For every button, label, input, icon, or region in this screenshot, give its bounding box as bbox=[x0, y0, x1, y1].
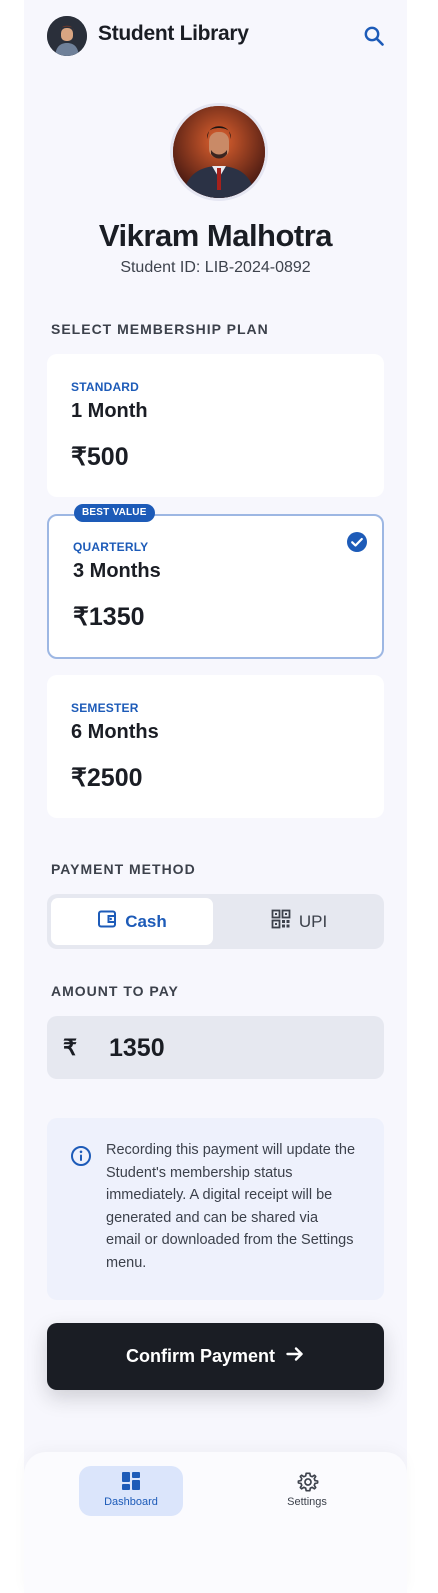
arrow-right-icon bbox=[285, 1344, 305, 1369]
nav-item-dashboard[interactable]: Dashboard bbox=[79, 1466, 183, 1516]
wallet-icon bbox=[97, 909, 117, 934]
bottom-navigation: Dashboard Settings bbox=[24, 1452, 407, 1593]
nav-item-settings[interactable]: Settings bbox=[255, 1466, 359, 1516]
plan-price: ₹2500 bbox=[71, 764, 143, 792]
amount-value: 1350 bbox=[109, 1034, 165, 1062]
confirm-payment-button[interactable]: Confirm Payment bbox=[47, 1323, 384, 1390]
dashboard-icon bbox=[122, 1472, 140, 1490]
amount-section-label: AMOUNT TO PAY bbox=[51, 983, 179, 999]
search-icon[interactable] bbox=[362, 24, 386, 48]
plan-duration: 1 Month bbox=[71, 400, 148, 422]
user-avatar[interactable] bbox=[47, 16, 87, 56]
membership-section-label: SELECT MEMBERSHIP PLAN bbox=[51, 321, 269, 337]
plan-duration: 3 Months bbox=[73, 560, 161, 582]
profile-photo bbox=[170, 103, 268, 201]
info-text: Recording this payment will update the S… bbox=[106, 1142, 356, 1271]
plan-tag: SEMESTER bbox=[71, 701, 139, 715]
student-name: Vikram Malhotra bbox=[98, 218, 333, 253]
plan-tag: STANDARD bbox=[71, 380, 140, 394]
confirm-label: Confirm Payment bbox=[125, 1346, 276, 1366]
payment-method-toggle: Cash UPI bbox=[47, 894, 384, 949]
best-value-badge: BEST VALUE bbox=[74, 504, 155, 522]
nav-label: Dashboard bbox=[104, 1496, 158, 1508]
plan-card-standard[interactable]: STANDARD 1 Month ₹500 bbox=[47, 354, 384, 497]
qr-code-icon bbox=[271, 909, 291, 934]
plan-card-quarterly[interactable]: BEST VALUE QUARTERLY 3 Months ₹1350 bbox=[47, 504, 384, 659]
check-circle-icon bbox=[346, 531, 368, 553]
plan-price: ₹1350 bbox=[73, 603, 145, 631]
app-title: Student Library bbox=[98, 22, 249, 45]
payment-option-cash[interactable]: Cash bbox=[51, 898, 213, 945]
plan-card-semester[interactable]: SEMESTER 6 Months ₹2500 bbox=[47, 675, 384, 818]
payment-option-label: UPI bbox=[298, 911, 328, 931]
info-notice: Recording this payment will update the S… bbox=[47, 1118, 384, 1300]
info-icon bbox=[70, 1145, 92, 1167]
nav-label: Settings bbox=[287, 1496, 327, 1508]
payment-option-upi[interactable]: UPI bbox=[218, 898, 380, 945]
plan-price: ₹500 bbox=[71, 443, 129, 471]
gear-icon bbox=[297, 1472, 319, 1492]
currency-symbol: ₹ bbox=[63, 1035, 77, 1060]
app-header: Student Library bbox=[24, 0, 407, 70]
payment-option-label: Cash bbox=[125, 911, 167, 931]
payment-section-label: PAYMENT METHOD bbox=[51, 861, 196, 877]
plan-tag: QUARTERLY bbox=[73, 540, 149, 554]
plan-duration: 6 Months bbox=[71, 721, 159, 743]
student-id: Student ID: LIB-2024-0892 bbox=[120, 259, 311, 276]
amount-field[interactable]: ₹ 1350 bbox=[47, 1016, 384, 1079]
avatar-illustration bbox=[47, 16, 87, 56]
app-screen: Student Library Vikram Malhotra Student … bbox=[24, 0, 407, 1593]
